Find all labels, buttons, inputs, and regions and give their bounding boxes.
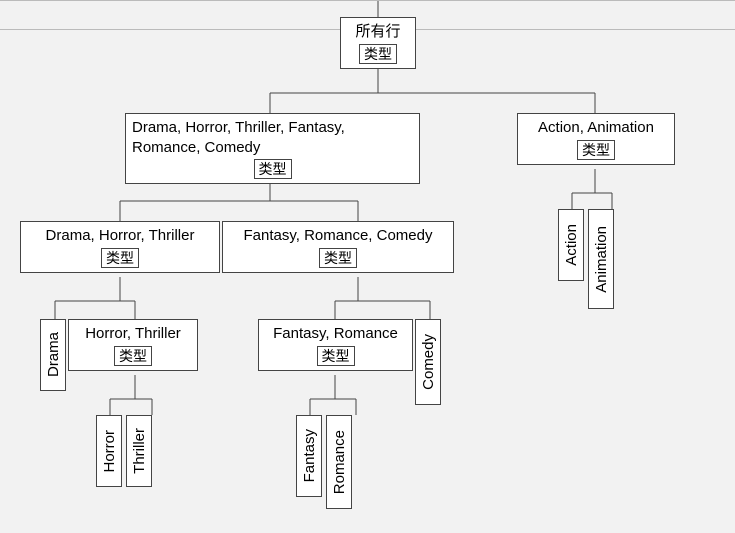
node-dht: Drama, Horror, Thriller 类型 xyxy=(20,221,220,273)
node-title: Drama, Horror, Thriller, Fantasy, Romanc… xyxy=(132,118,413,157)
leaf-label: Fantasy xyxy=(301,429,318,482)
node-title: 所有行 xyxy=(355,22,400,42)
node-title: Horror, Thriller xyxy=(85,324,181,344)
leaf-label: Animation xyxy=(593,226,610,293)
node-subtype: 类型 xyxy=(317,346,355,366)
node-ht: Horror, Thriller 类型 xyxy=(68,319,198,371)
node-left-group: Drama, Horror, Thriller, Fantasy, Romanc… xyxy=(125,113,420,184)
leaf-animation: Animation xyxy=(588,209,614,309)
node-title: Fantasy, Romance xyxy=(273,324,398,344)
node-frc: Fantasy, Romance, Comedy 类型 xyxy=(222,221,454,273)
node-subtype: 类型 xyxy=(254,159,292,179)
leaf-label: Drama xyxy=(45,332,62,377)
leaf-label: Thriller xyxy=(131,428,148,474)
leaf-horror: Horror xyxy=(96,415,122,487)
node-subtype: 类型 xyxy=(101,248,139,268)
leaf-fantasy: Fantasy xyxy=(296,415,322,497)
node-subtype: 类型 xyxy=(319,248,357,268)
leaf-label: Action xyxy=(563,224,580,266)
tree-diagram: 所有行 类型 Drama, Horror, Thriller, Fantasy,… xyxy=(0,0,735,533)
leaf-drama: Drama xyxy=(40,319,66,391)
node-title: Action, Animation xyxy=(538,118,654,138)
node-subtype: 类型 xyxy=(114,346,152,366)
leaf-label: Horror xyxy=(101,430,118,473)
node-root: 所有行 类型 xyxy=(340,17,416,69)
leaf-thriller: Thriller xyxy=(126,415,152,487)
node-fr: Fantasy, Romance 类型 xyxy=(258,319,413,371)
node-right-group: Action, Animation 类型 xyxy=(517,113,675,165)
leaf-action: Action xyxy=(558,209,584,281)
node-subtype: 类型 xyxy=(577,140,615,160)
leaf-label: Comedy xyxy=(420,334,437,390)
leaf-romance: Romance xyxy=(326,415,352,509)
node-title: Drama, Horror, Thriller xyxy=(46,226,195,246)
node-title: Fantasy, Romance, Comedy xyxy=(244,226,433,246)
leaf-comedy: Comedy xyxy=(415,319,441,405)
leaf-label: Romance xyxy=(331,430,348,494)
node-subtype: 类型 xyxy=(359,44,397,64)
